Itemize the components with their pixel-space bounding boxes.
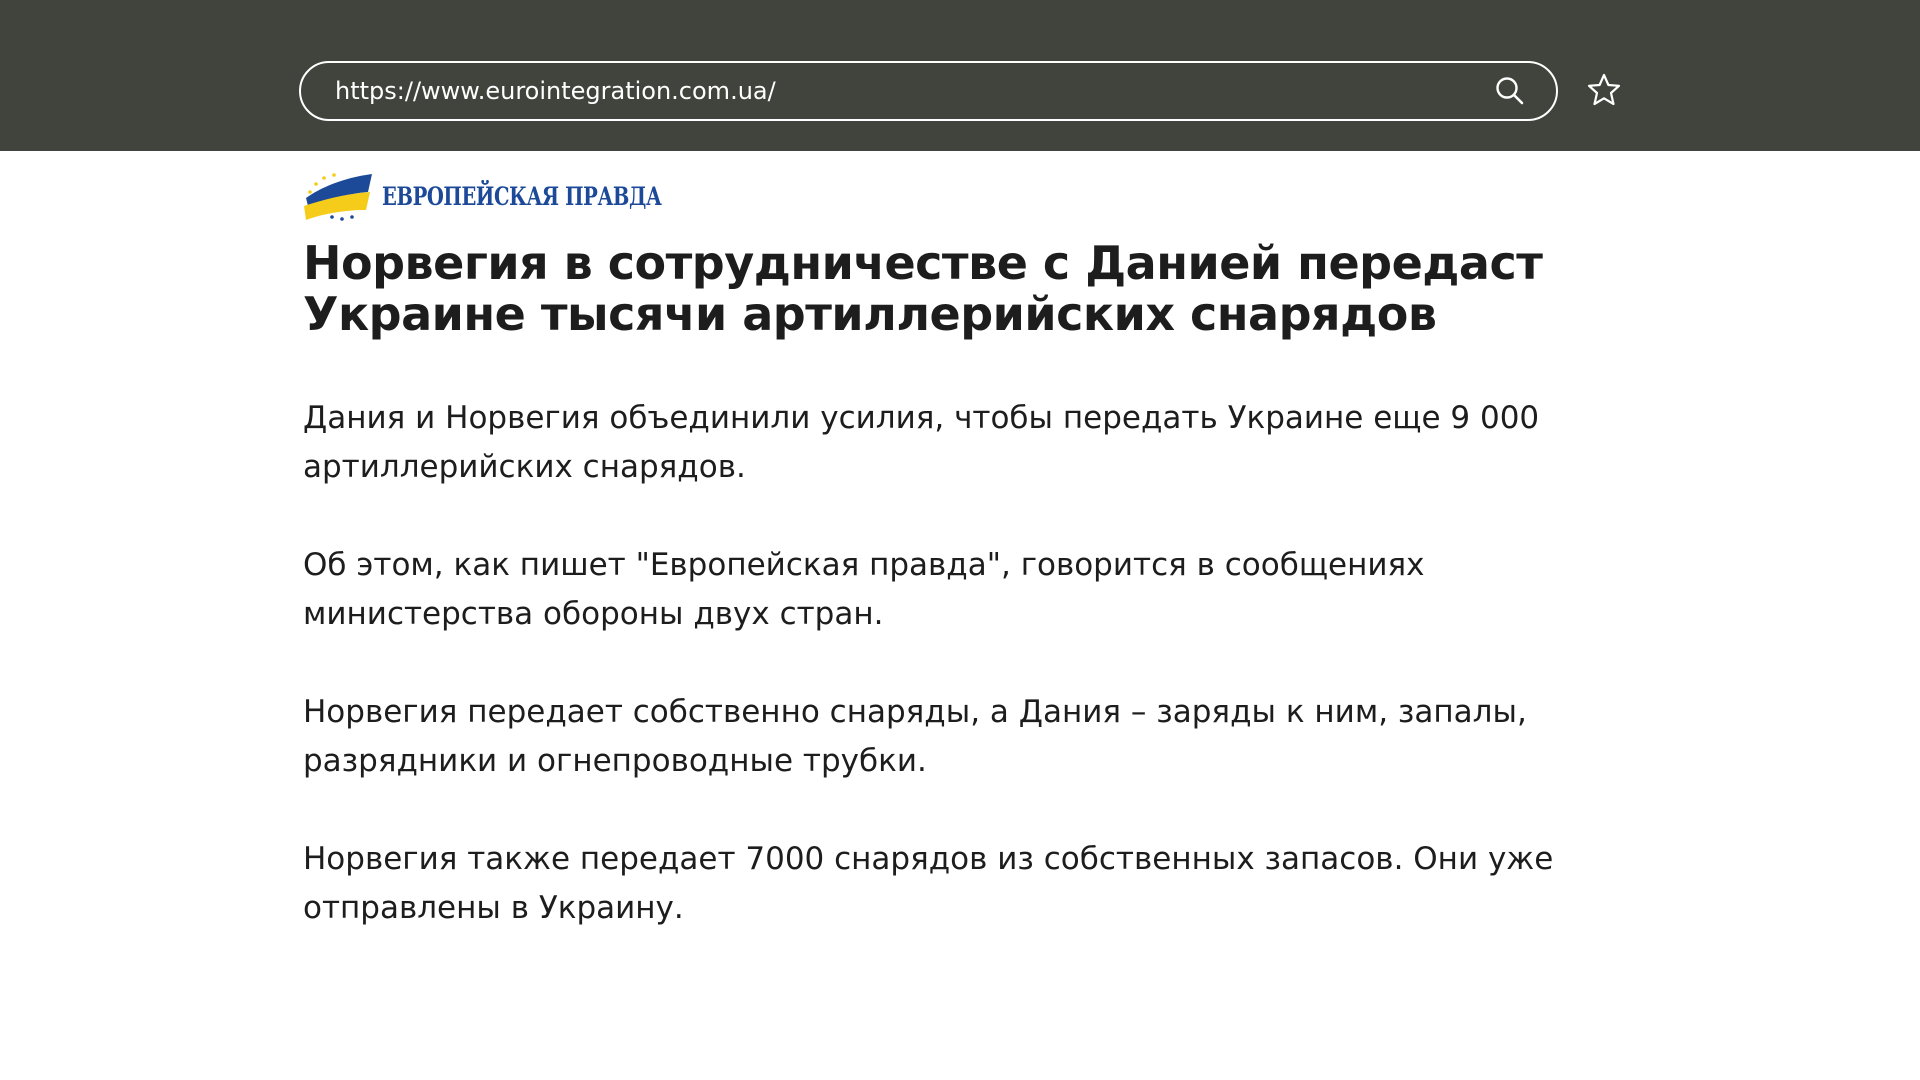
article-paragraph: Норвегия передает собственно снаряды, а … <box>303 694 1527 779</box>
star-icon[interactable] <box>1584 70 1624 110</box>
site-logo[interactable]: ЕВРОПЕЙСКАЯ ПРАВДА <box>302 170 740 222</box>
article-paragraph: Норвегия также передает 7000 снарядов из… <box>303 841 1554 926</box>
browser-toolbar: https://www.eurointegration.com.ua/ <box>0 0 1920 151</box>
url-text[interactable]: https://www.eurointegration.com.ua/ <box>335 77 1492 105</box>
article-body: Дания и Норвегия объединили усилия, чтоб… <box>303 394 1633 982</box>
logo-text: ЕВРОПЕЙСКАЯ ПРАВДА <box>382 181 662 211</box>
search-icon[interactable] <box>1492 73 1528 109</box>
article-headline: Норвегия в сотрудничестве с Данией перед… <box>303 236 1543 341</box>
article-paragraph: Об этом, как пишет "Европейская правда",… <box>303 547 1425 632</box>
logo-flag-icon <box>304 173 372 221</box>
article-paragraph: Дания и Норвегия объединили усилия, чтоб… <box>303 400 1540 485</box>
address-bar[interactable]: https://www.eurointegration.com.ua/ <box>299 61 1558 121</box>
